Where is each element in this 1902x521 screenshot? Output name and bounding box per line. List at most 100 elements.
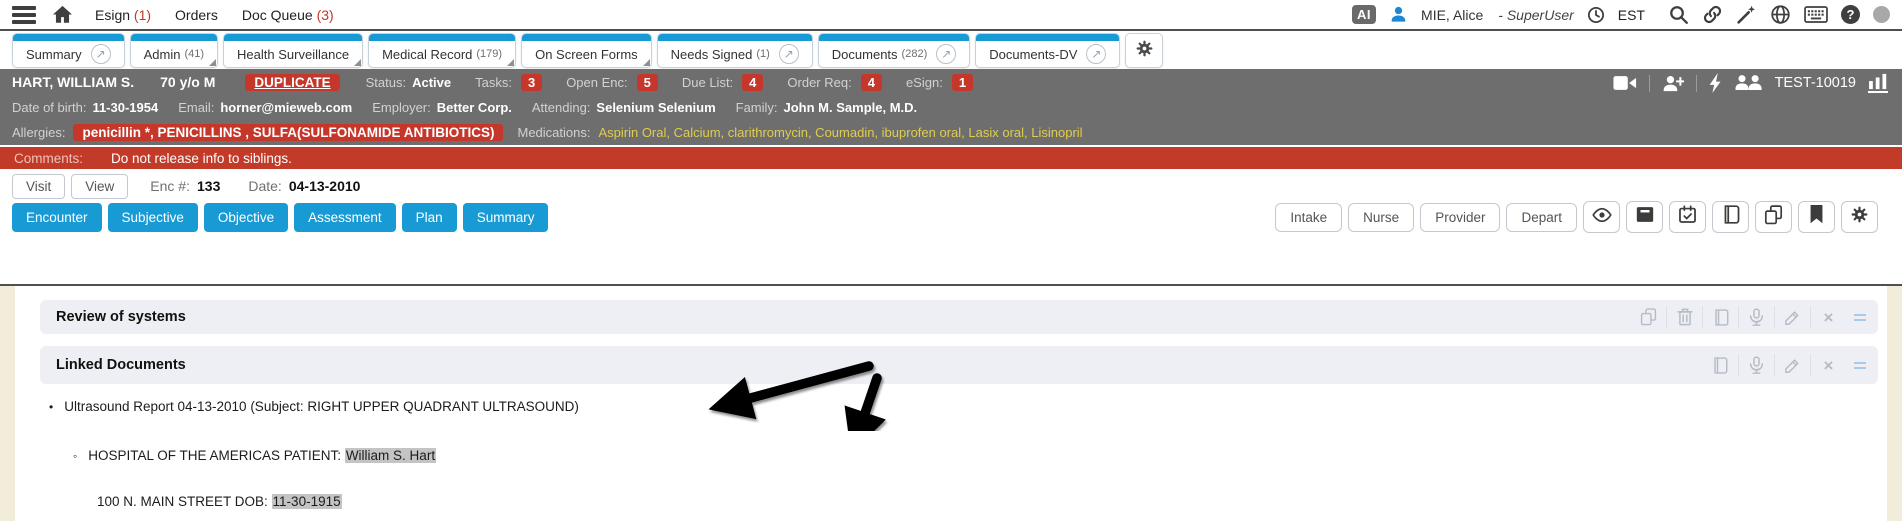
video-call-icon[interactable] [1613,74,1637,92]
tab-health-surveillance[interactable]: Health Surveillance [223,33,363,68]
wand-icon[interactable] [1736,4,1757,25]
dob-field: Date of birth:11-30-1954 [12,100,158,115]
search-icon[interactable] [1668,4,1689,25]
duplicate-flag[interactable]: DUPLICATE [245,74,339,91]
divider [1649,75,1650,92]
keyboard-icon[interactable] [1804,5,1828,24]
patient-age-sex: 70 y/o M [160,74,215,90]
globe-icon[interactable] [1770,4,1791,25]
status-label: Status: [366,75,406,90]
allergies-value[interactable]: penicillin *, PENICILLINS , SULFA(SULFON… [73,124,503,141]
close-icon[interactable]: × [1810,306,1846,328]
user-icon[interactable] [1389,5,1408,24]
chart-book-button[interactable] [1712,201,1749,233]
attending-field: Attending:Selenium Selenium [532,100,716,115]
copy-chart-button[interactable] [1755,201,1792,233]
open-enc-badge[interactable]: Open Enc:5 [566,74,658,91]
bullet-icon: • [49,400,53,414]
nav-plan-button[interactable]: Plan [402,203,457,232]
chart-id[interactable]: TEST-10019 [1775,75,1856,91]
ai-badge[interactable]: AI [1352,5,1376,24]
nav-subjective-button[interactable]: Subjective [108,203,198,232]
book-icon [1722,205,1740,229]
settings-button[interactable] [1841,201,1878,233]
drag-handle[interactable] [1854,314,1866,321]
enc-number-label: Enc #: [150,178,190,194]
close-icon[interactable]: × [1810,354,1846,376]
intake-button[interactable]: Intake [1275,203,1342,232]
medications-label: Medications: [517,125,590,140]
edit-pencil-icon[interactable] [1774,354,1810,376]
tab-settings-button[interactable] [1125,33,1163,68]
tab-medical-record[interactable]: Medical Record (179) [368,33,516,68]
nav-encounter-button[interactable]: Encounter [12,203,102,232]
tab-admin[interactable]: Admin (41) [130,33,218,68]
section-title: Review of systems [56,309,186,325]
flowsheet-chart-icon[interactable] [1868,73,1888,93]
schedule-button[interactable] [1669,201,1706,233]
clock-icon[interactable] [1587,6,1605,24]
trash-icon[interactable] [1666,306,1702,328]
popout-icon[interactable]: ↗ [1086,44,1106,64]
esign-badge[interactable]: eSign:1 [906,74,973,91]
preview-button[interactable] [1583,201,1620,233]
book-icon[interactable] [1702,306,1738,328]
menu-item-orders[interactable]: Orders [175,7,218,23]
home-icon[interactable] [52,5,73,24]
link-icon[interactable] [1702,4,1723,25]
lightning-icon[interactable] [1709,73,1723,93]
enc-date-label: Date: [248,178,281,194]
nurse-button[interactable]: Nurse [1348,203,1414,232]
comments-label: Comments: [14,151,83,166]
hamburger-menu-icon[interactable] [12,6,36,24]
tasks-badge[interactable]: Tasks:3 [475,74,542,91]
menu-item-doc-queue[interactable]: Doc Queue (3) [242,7,334,23]
microphone-icon[interactable] [1738,354,1774,376]
user-name[interactable]: MIE, Alice [1421,7,1483,23]
section-linked-documents[interactable]: Linked Documents × [40,346,1878,384]
medications-value[interactable]: Aspirin Oral, Calcium, clarithromycin, C… [598,125,1082,140]
add-person-icon[interactable] [1662,74,1684,93]
provider-button[interactable]: Provider [1420,203,1500,232]
depart-button[interactable]: Depart [1506,203,1577,232]
edit-pencil-icon[interactable] [1774,306,1810,328]
popout-icon[interactable]: ↗ [91,44,111,64]
tab-needs-signed[interactable]: Needs Signed (1) ↗ [657,33,813,68]
tab-documents[interactable]: Documents (282) ↗ [818,33,970,68]
tab-documents-dv[interactable]: Documents-DV ↗ [975,33,1120,68]
popout-icon[interactable]: ↗ [779,44,799,64]
drag-handle[interactable] [1854,362,1866,369]
view-button[interactable]: View [71,174,128,199]
due-list-badge[interactable]: Due List:4 [682,74,764,91]
bookmark-button[interactable] [1798,201,1835,233]
status-dot[interactable] [1873,6,1890,23]
tab-on-screen-forms[interactable]: On Screen Forms [521,33,652,68]
archive-button[interactable] [1626,201,1663,233]
bullet-icon: ◦ [73,449,77,463]
help-icon[interactable]: ? [1841,5,1860,24]
email-field: Email:horner@mieweb.com [178,100,352,115]
copy-icon[interactable] [1630,306,1666,328]
section-review-of-systems[interactable]: Review of systems × [40,300,1878,334]
microphone-icon[interactable] [1738,306,1774,328]
tab-summary[interactable]: Summary ↗ [12,33,125,68]
visit-button[interactable]: Visit [12,174,65,199]
linked-document-item[interactable]: • Ultrasound Report 04-13-2010 (Subject: … [49,397,579,417]
document-title[interactable]: Ultrasound Report 04-13-2010 (Subject: R… [64,399,579,414]
eye-icon [1592,207,1612,228]
allergies-label: Allergies: [12,125,65,140]
enc-number-value: 133 [197,178,220,194]
people-icon[interactable] [1735,74,1763,92]
archive-box-icon [1636,206,1654,228]
patient-name[interactable]: HART, WILLIAM S. [12,74,134,90]
calendar-check-icon [1678,205,1697,229]
popout-icon[interactable]: ↗ [936,44,956,64]
nav-summary-button[interactable]: Summary [463,203,549,232]
nav-objective-button[interactable]: Objective [204,203,288,232]
nav-assessment-button[interactable]: Assessment [294,203,396,232]
menu-item-esign[interactable]: Esign (1) [95,7,151,23]
tab-count: (179) [476,48,502,60]
book-icon[interactable] [1702,354,1738,376]
order-req-badge[interactable]: Order Req:4 [787,74,882,91]
note-panel: Review of systems × Linked Documents [15,286,1887,521]
